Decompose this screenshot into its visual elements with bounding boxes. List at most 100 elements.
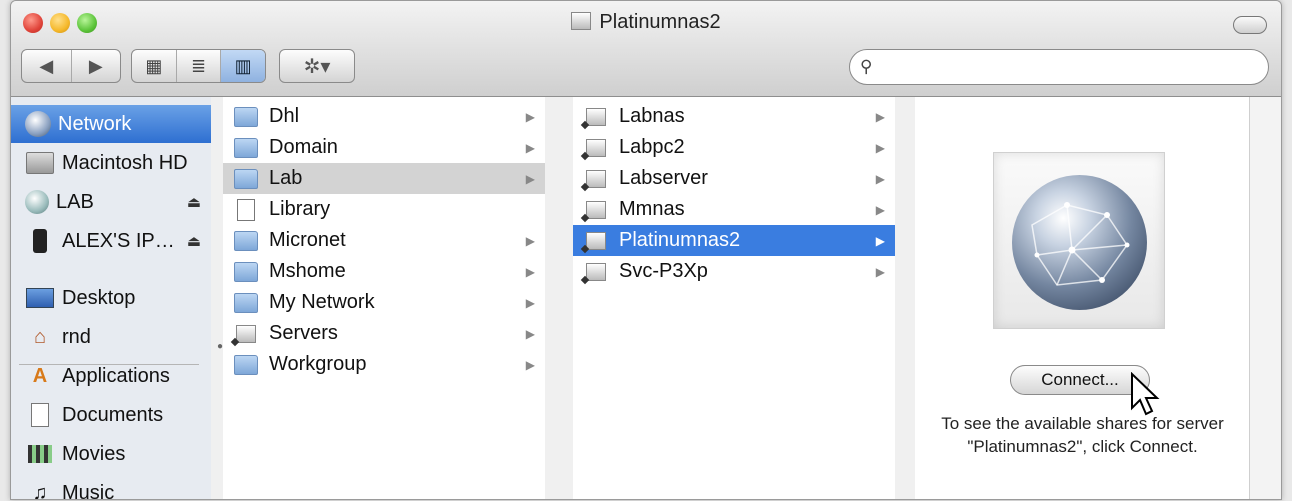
list-item[interactable]: Lab ▶: [223, 163, 545, 194]
server-preview-icon: [993, 152, 1165, 329]
disclosure-arrow-icon: ▶: [875, 171, 885, 186]
disclosure-arrow-icon: ▶: [525, 357, 535, 372]
folder-icon: [233, 260, 259, 284]
disclosure-arrow-icon: ▶: [875, 202, 885, 217]
home-icon: ⌂: [33, 325, 47, 348]
connect-hint-text: To see the available shares for server "…: [941, 414, 1224, 456]
shared-server-icon: [25, 190, 49, 214]
alias-icon: [233, 198, 259, 222]
gear-icon: ✲▾: [303, 55, 331, 78]
folder-icon: [233, 353, 259, 377]
view-mode-control: ▦ ≣ ▥: [131, 49, 266, 83]
server-icon: [583, 229, 609, 253]
disclosure-arrow-icon: ▶: [875, 264, 885, 279]
sidebar-item-label: Documents: [62, 403, 164, 426]
sidebar-item-lab[interactable]: LAB ⏏: [11, 183, 211, 221]
sidebar-item-music[interactable]: ♫ Music: [11, 474, 211, 500]
music-icon: ♫: [32, 481, 48, 500]
sidebar-item-label: Network: [58, 112, 132, 135]
disclosure-arrow-icon: ▶: [525, 264, 535, 279]
preview-pane: Connect... To see the available shares f…: [915, 97, 1249, 499]
disclosure-arrow-icon: ▶: [875, 140, 885, 155]
disclosure-arrow-icon: ▶: [525, 326, 535, 341]
disclosure-arrow-icon: ▶: [875, 233, 885, 248]
server-icon: [571, 12, 592, 30]
list-item[interactable]: Dhl ▶: [223, 101, 545, 132]
servers-icon: [233, 322, 259, 346]
list-item[interactable]: Library: [223, 194, 545, 225]
sidebar-item-label: Applications: [62, 364, 170, 387]
sidebar-item-label: Music: [62, 481, 115, 500]
sidebar-item-macintosh-hd[interactable]: Macintosh HD: [11, 144, 211, 182]
list-item[interactable]: Svc-P3Xp ▶: [573, 256, 895, 287]
list-item[interactable]: Labpc2 ▶: [573, 132, 895, 163]
eject-icon[interactable]: ⏏: [187, 232, 201, 250]
column-view-button[interactable]: ▥: [221, 50, 265, 82]
back-forward-control: ◀ ▶: [21, 49, 121, 83]
sidebar-item-movies[interactable]: Movies: [11, 435, 211, 473]
search-icon: ⚲: [860, 57, 873, 76]
sidebar-item-ipod[interactable]: ALEX'S IP… ⏏: [11, 222, 211, 260]
vertical-scrollbar[interactable]: [1249, 97, 1281, 499]
list-item[interactable]: My Network ▶: [223, 287, 545, 318]
ipod-icon: [25, 226, 55, 256]
sidebar-item-applications[interactable]: A Applications: [11, 357, 211, 395]
folder-icon: [233, 167, 259, 191]
sidebar-item-label: Movies: [62, 442, 126, 465]
disk-icon: [25, 148, 55, 178]
documents-icon: [25, 400, 55, 430]
search-field[interactable]: ⚲: [849, 49, 1269, 85]
sidebar-item-rnd[interactable]: ⌂ rnd: [11, 318, 211, 356]
server-icon: [583, 198, 609, 222]
column-divider[interactable]: [895, 97, 916, 499]
connect-button[interactable]: Connect...: [1010, 365, 1150, 395]
list-item[interactable]: Workgroup ▶: [223, 349, 545, 380]
list-item[interactable]: Labserver ▶: [573, 163, 895, 194]
folder-icon: [233, 229, 259, 253]
folder-icon: [233, 291, 259, 315]
list-item[interactable]: Domain ▶: [223, 132, 545, 163]
sidebar-item-label: LAB: [56, 190, 94, 213]
toolbar-toggle-button[interactable]: [1233, 16, 1267, 34]
list-view-button[interactable]: ≣: [177, 50, 222, 82]
disclosure-arrow-icon: ▶: [525, 140, 535, 155]
applications-icon: A: [32, 364, 48, 387]
sidebar-item-label: rnd: [62, 325, 91, 348]
forward-button[interactable]: ▶: [72, 50, 121, 82]
disclosure-arrow-icon: ▶: [525, 233, 535, 248]
sidebar-item-desktop[interactable]: Desktop: [11, 279, 211, 317]
action-menu-button[interactable]: ✲▾: [279, 49, 355, 83]
column-divider[interactable]: [545, 97, 574, 499]
window-title-area: Platinumnas2: [11, 11, 1281, 34]
disclosure-arrow-icon: ▶: [525, 171, 535, 186]
title-bar: Platinumnas2 ◀ ▶ ▦ ≣ ▥ ✲▾ ⚲: [11, 1, 1281, 97]
server-icon: [583, 136, 609, 160]
finder-window: Platinumnas2 ◀ ▶ ▦ ≣ ▥ ✲▾ ⚲ Network Maci…: [10, 0, 1282, 500]
window-title: Platinumnas2: [599, 11, 721, 33]
server-icon: [583, 260, 609, 284]
eject-icon[interactable]: ⏏: [187, 193, 201, 211]
list-item[interactable]: Labnas ▶: [573, 101, 895, 132]
disclosure-arrow-icon: ▶: [875, 109, 885, 124]
back-button[interactable]: ◀: [22, 50, 72, 82]
folder-icon: [233, 105, 259, 129]
sidebar-item-label: ALEX'S IP…: [62, 229, 175, 252]
sidebar-item-documents[interactable]: Documents: [11, 396, 211, 434]
browser-column-2: Labnas ▶ Labpc2 ▶ Labserver ▶ Mmnas ▶ Platin…: [573, 97, 896, 499]
list-item[interactable]: Mmnas ▶: [573, 194, 895, 225]
list-item[interactable]: Mshome ▶: [223, 256, 545, 287]
icon-view-button[interactable]: ▦: [132, 50, 177, 82]
server-icon: [583, 167, 609, 191]
disclosure-arrow-icon: ▶: [525, 295, 535, 310]
sidebar: Network Macintosh HD LAB ⏏ ALEX'S IP… ⏏ …: [11, 97, 212, 499]
list-item[interactable]: Platinumnas2 ▶: [573, 225, 895, 256]
folder-icon: [233, 136, 259, 160]
sidebar-item-label: Desktop: [62, 286, 136, 309]
movies-icon: [25, 439, 55, 469]
disclosure-arrow-icon: ▶: [525, 109, 535, 124]
sidebar-item-label: Macintosh HD: [62, 151, 188, 174]
list-item[interactable]: Micronet ▶: [223, 225, 545, 256]
list-item[interactable]: Servers ▶: [223, 318, 545, 349]
search-input[interactable]: [884, 56, 1258, 80]
sidebar-item-network[interactable]: Network: [11, 105, 211, 143]
